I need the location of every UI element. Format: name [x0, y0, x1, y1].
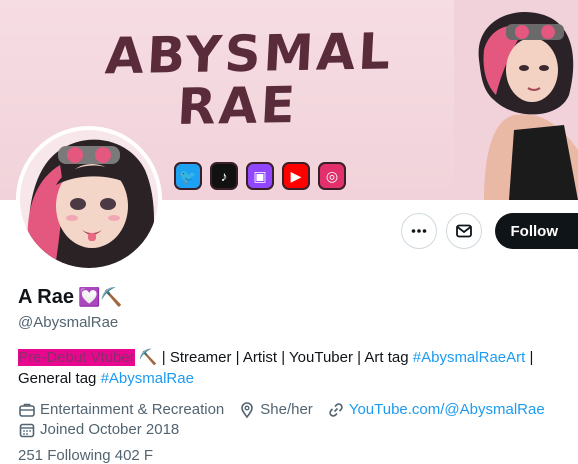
- banner-social-row: 🐦 ♪ ▣ ▶ ◎: [174, 162, 346, 190]
- pronouns-item: She/her: [238, 400, 313, 420]
- tiktok-icon: ♪: [210, 162, 238, 190]
- banner-title-line1: ABYSMAL: [104, 26, 377, 83]
- profile-actions: Follow: [401, 213, 578, 249]
- meta-row-1: Entertainment & Recreation She/her YouTu…: [18, 400, 559, 420]
- name-row: A Rae 💟⛏️: [18, 286, 123, 309]
- twitter-icon: 🐦: [174, 162, 202, 190]
- profile-bio: Pre-Debut Vtuber ⛏️ | Streamer | Artist …: [18, 347, 566, 389]
- general-tag-link[interactable]: #AbysmalRae: [101, 370, 194, 387]
- youtube-icon: ▶: [282, 162, 310, 190]
- bio-text-1: | Streamer | Artist | YouTuber | Art tag: [158, 349, 413, 366]
- user-handle: @AbysmalRae: [18, 314, 118, 331]
- banner-title-line2: RAE: [101, 78, 374, 135]
- meta-row-2: Joined October 2018: [18, 420, 559, 440]
- profile-avatar[interactable]: [16, 126, 162, 272]
- category-item: Entertainment & Recreation: [18, 400, 224, 420]
- bio-highlight-text: Pre-Debut Vtuber: [18, 349, 135, 366]
- website-item: YouTube.com/@AbysmalRae: [327, 400, 545, 420]
- twitch-icon: ▣: [246, 162, 274, 190]
- display-name: A Rae: [18, 286, 74, 309]
- follow-button[interactable]: Follow: [495, 213, 578, 249]
- link-icon: [327, 401, 345, 419]
- more-icon: [410, 222, 428, 240]
- location-pin-icon: [238, 401, 256, 419]
- bio-pick-emoji: ⛏️: [139, 349, 158, 366]
- mail-icon: [455, 222, 473, 240]
- art-tag-link[interactable]: #AbysmalRaeArt: [413, 349, 526, 366]
- website-link[interactable]: YouTube.com/@AbysmalRae: [349, 400, 545, 420]
- joined-item: Joined October 2018: [18, 420, 179, 440]
- profile-meta: Entertainment & Recreation She/her YouTu…: [18, 400, 559, 440]
- briefcase-icon: [18, 401, 36, 419]
- joined-text: Joined October 2018: [40, 420, 179, 440]
- banner-title: ABYSMAL RAE: [101, 26, 377, 135]
- message-button[interactable]: [446, 213, 482, 249]
- more-options-button[interactable]: [401, 213, 437, 249]
- category-text: Entertainment & Recreation: [40, 400, 224, 420]
- banner-character-illustration: [454, 0, 578, 200]
- calendar-icon: [18, 421, 36, 439]
- instagram-icon: ◎: [318, 162, 346, 190]
- avatar-image: [20, 130, 158, 268]
- name-emojis: 💟⛏️: [78, 287, 123, 308]
- pronouns-text: She/her: [260, 400, 313, 420]
